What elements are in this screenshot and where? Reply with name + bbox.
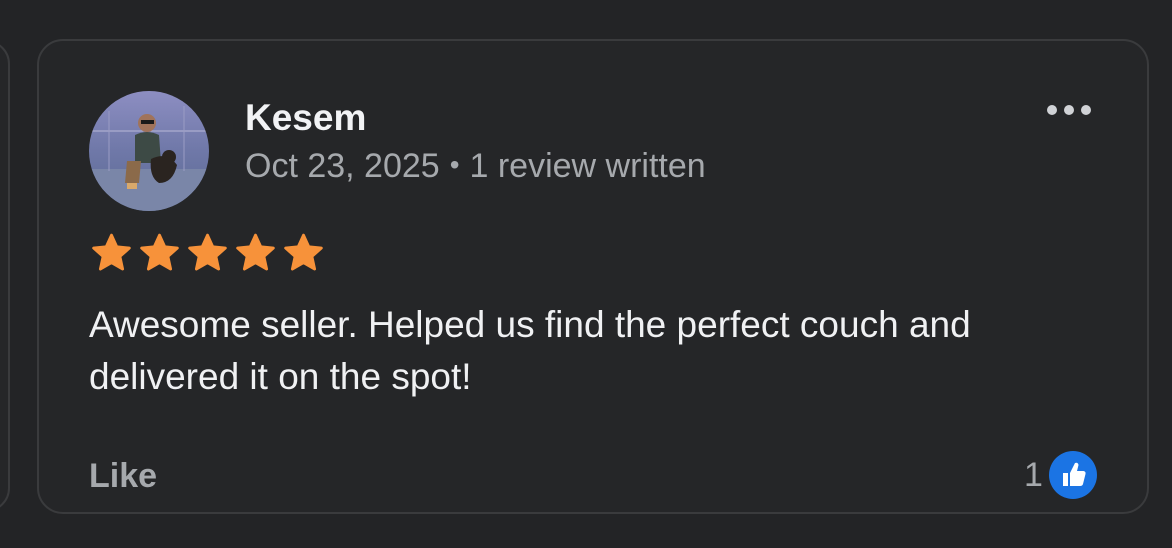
avatar[interactable] bbox=[89, 91, 209, 211]
review-card: Kesem Oct 23, 2025 • 1 review written Awes… bbox=[37, 39, 1149, 514]
thumbs-up-icon bbox=[1048, 451, 1097, 499]
reviews-written-count: 1 review written bbox=[469, 147, 706, 185]
more-dot bbox=[1064, 105, 1074, 115]
review-text: Awesome seller. Helped us find the perfe… bbox=[89, 304, 971, 397]
star-icon bbox=[89, 233, 134, 273]
more-dot bbox=[1081, 105, 1091, 115]
reviewer-name[interactable]: Kesem bbox=[245, 97, 366, 139]
meta-separator: • bbox=[449, 149, 460, 180]
review-date: Oct 23, 2025 bbox=[245, 147, 440, 185]
reaction-summary[interactable]: 1 bbox=[1024, 451, 1097, 499]
previous-review-card[interactable] bbox=[0, 40, 10, 512]
like-button[interactable]: Like bbox=[89, 457, 157, 496]
star-icon bbox=[185, 233, 230, 273]
star-rating bbox=[89, 233, 326, 273]
star-icon bbox=[281, 233, 326, 273]
reaction-count: 1 bbox=[1024, 455, 1043, 494]
more-options-icon[interactable] bbox=[1039, 95, 1099, 125]
more-dot bbox=[1047, 105, 1057, 115]
star-icon bbox=[233, 233, 278, 273]
review-meta: Oct 23, 2025 • 1 review written bbox=[245, 147, 706, 186]
star-icon bbox=[137, 233, 182, 273]
